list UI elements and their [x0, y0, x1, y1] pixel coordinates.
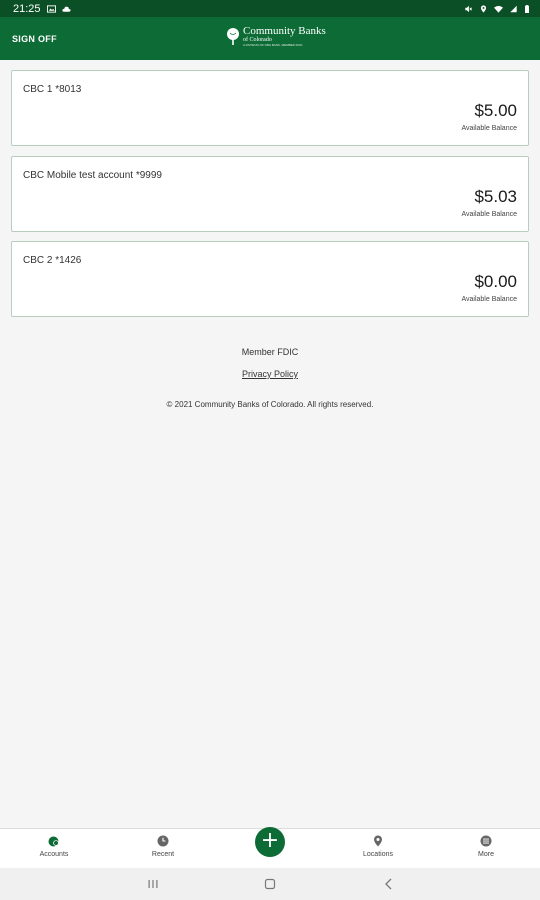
- nav-label: Recent: [151, 851, 175, 858]
- nav-label: More: [478, 851, 494, 858]
- add-button[interactable]: +: [255, 827, 285, 857]
- balance-label: Available Balance: [461, 296, 517, 303]
- nav-label: Locations: [363, 851, 393, 858]
- tree-logo-icon: [227, 27, 239, 45]
- wifi-icon: [494, 5, 503, 13]
- account-card[interactable]: CBC 1 *8013 $5.00 Available Balance: [11, 70, 529, 146]
- battery-icon: [525, 4, 529, 13]
- nav-label: Accounts: [39, 851, 69, 858]
- page-footer: Member FDIC Privacy Policy © 2021 Commun…: [0, 347, 540, 409]
- recent-icon: [157, 835, 169, 847]
- balance-label: Available Balance: [461, 211, 517, 218]
- system-nav-bar: [0, 868, 540, 900]
- member-fdic-text: Member FDIC: [241, 347, 299, 357]
- nav-more[interactable]: More: [441, 829, 531, 869]
- bank-logo: Community Banks of Colorado A DIVISION O…: [226, 26, 326, 47]
- account-name: CBC 1 *8013: [23, 84, 82, 95]
- nav-accounts[interactable]: Accounts: [9, 829, 99, 869]
- sign-off-button[interactable]: SIGN OFF: [12, 34, 57, 44]
- back-icon[interactable]: [381, 876, 397, 892]
- account-name: CBC 2 *1426: [23, 255, 82, 266]
- mute-icon: [465, 5, 473, 12]
- status-bar: 21:25: [0, 0, 540, 17]
- app-header: SIGN OFF Community Banks of Colorado A D…: [0, 17, 540, 60]
- cloud-icon: [61, 6, 71, 12]
- bottom-nav: Accounts Recent + Locations More: [0, 827, 540, 869]
- account-card[interactable]: CBC 2 *1426 $0.00 Available Balance: [11, 241, 529, 317]
- image-icon: [46, 4, 56, 13]
- status-time: 21:25: [13, 2, 41, 15]
- balance-label: Available Balance: [461, 125, 517, 132]
- nav-locations[interactable]: Locations: [333, 829, 423, 869]
- account-card[interactable]: CBC Mobile test account *9999 $5.03 Avai…: [11, 156, 529, 232]
- account-balance: $5.03: [474, 187, 517, 206]
- logo-tagline: A DIVISION OF NBH BANK, MEMBER FDIC: [243, 43, 303, 47]
- plus-icon: +: [260, 828, 280, 853]
- copyright-text: © 2021 Community Banks of Colorado. All …: [166, 400, 374, 409]
- logo-name: Community Banks: [243, 25, 326, 37]
- location-icon: [480, 4, 487, 13]
- account-name: CBC Mobile test account *9999: [23, 170, 162, 181]
- privacy-policy-link[interactable]: Privacy Policy: [242, 369, 298, 379]
- more-icon: [480, 835, 492, 847]
- account-balance: $5.00: [474, 101, 517, 120]
- nav-recent[interactable]: Recent: [118, 829, 208, 869]
- recents-icon[interactable]: [145, 876, 161, 892]
- home-icon[interactable]: [262, 876, 278, 892]
- accounts-icon: [48, 836, 59, 847]
- account-balance: $0.00: [474, 272, 517, 291]
- signal-icon: [510, 5, 517, 12]
- location-pin-icon: [374, 835, 382, 847]
